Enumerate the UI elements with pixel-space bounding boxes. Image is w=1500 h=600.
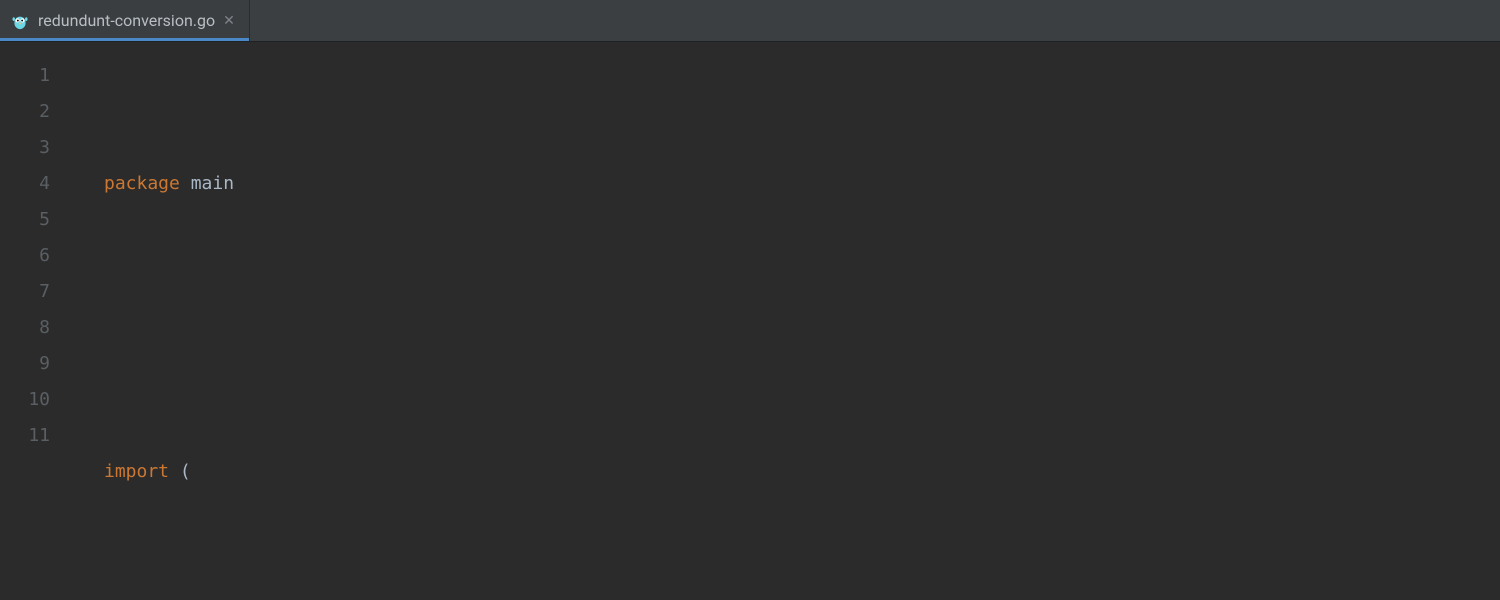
- line-number: 2: [0, 94, 96, 130]
- go-file-icon: [10, 11, 30, 31]
- line-number: 11: [0, 418, 96, 454]
- tab-filename: redundunt-conversion.go: [38, 11, 215, 30]
- code-line[interactable]: import (: [104, 454, 1500, 490]
- keyword: package: [104, 166, 180, 202]
- line-number: 9: [0, 346, 96, 382]
- gutter-line-numbers: 1 2 3 4 5 6 7 8 9 10 11: [0, 42, 96, 600]
- identifier: main: [191, 166, 234, 202]
- code-line[interactable]: [104, 310, 1500, 346]
- line-number: 10: [0, 382, 96, 418]
- code-area[interactable]: package main import ( "io/ioutil" ) func…: [96, 42, 1500, 600]
- line-number: 4: [0, 166, 96, 202]
- code-line[interactable]: package main: [104, 166, 1500, 202]
- line-number: 5: [0, 202, 96, 238]
- line-number: 8: [0, 310, 96, 346]
- line-number: 7: [0, 274, 96, 310]
- line-number: 1: [0, 58, 96, 94]
- close-icon[interactable]: ✕: [223, 12, 235, 29]
- line-number: 6: [0, 238, 96, 274]
- editor-tabbar: redundunt-conversion.go ✕: [0, 0, 1500, 42]
- line-number: 3: [0, 130, 96, 166]
- tab-file[interactable]: redundunt-conversion.go ✕: [0, 0, 250, 41]
- keyword: import: [104, 454, 169, 490]
- code-editor[interactable]: 1 2 3 4 5 6 7 8 9 10 11 package main imp…: [0, 42, 1500, 600]
- paren: (: [180, 454, 191, 490]
